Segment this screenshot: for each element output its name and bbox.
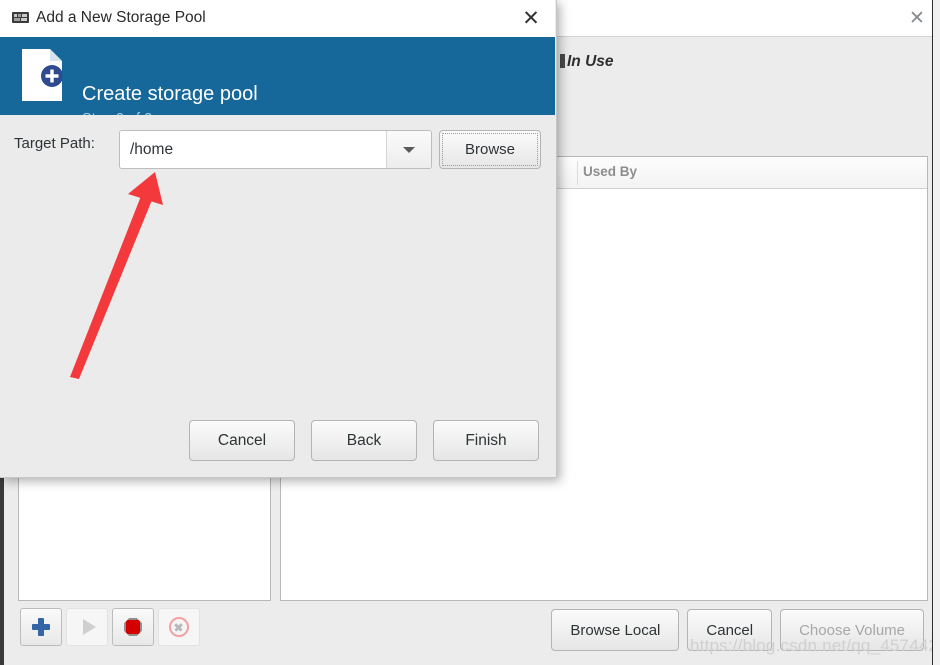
dialog-banner: Create storage pool Step 2 of 2 [0, 37, 555, 127]
banner-title: Create storage pool [82, 83, 258, 105]
finish-button[interactable]: Finish [433, 420, 539, 461]
clipped-glyph [560, 54, 565, 68]
stop-pool-button[interactable] [112, 608, 154, 646]
stop-icon [124, 618, 142, 636]
target-path-combo[interactable] [119, 130, 432, 169]
screenshot-root: ✕ In Use Used By Browse Local Cancel Cho… [0, 0, 940, 665]
dialog-title: Add a New Storage Pool [36, 9, 206, 26]
virt-manager-icon [12, 12, 29, 23]
add-pool-button[interactable] [20, 608, 62, 646]
close-icon[interactable]: ✕ [519, 7, 543, 31]
close-icon[interactable]: ✕ [906, 8, 928, 30]
cancel-button[interactable]: Cancel [189, 420, 295, 461]
target-path-input[interactable] [120, 131, 386, 168]
watermark: https://blog.csdn.net/qq_45744272 [690, 636, 940, 655]
dialog-titlebar: Add a New Storage Pool ✕ [0, 0, 555, 37]
background-window-sliver [932, 0, 940, 665]
browse-local-button[interactable]: Browse Local [551, 609, 680, 651]
new-document-icon [22, 49, 62, 101]
delete-pool-button [158, 608, 200, 646]
chevron-down-icon[interactable] [386, 131, 431, 168]
dialog-footer: Cancel Back Finish [0, 420, 555, 461]
delete-circle-icon [169, 617, 189, 637]
add-storage-pool-dialog: Add a New Storage Pool ✕ Create storage … [0, 0, 557, 478]
in-use-label: In Use [567, 53, 614, 70]
column-divider [577, 161, 578, 185]
dialog-body: Target Path: Browse Cancel Back Finish [0, 115, 555, 477]
play-icon [82, 619, 96, 635]
column-header-used-by[interactable]: Used By [583, 164, 637, 179]
plus-icon [32, 618, 50, 636]
start-pool-button [66, 608, 108, 646]
target-path-label: Target Path: [14, 135, 95, 152]
browse-button[interactable]: Browse [439, 130, 541, 169]
pool-toolbar [20, 608, 200, 646]
back-button[interactable]: Back [311, 420, 417, 461]
